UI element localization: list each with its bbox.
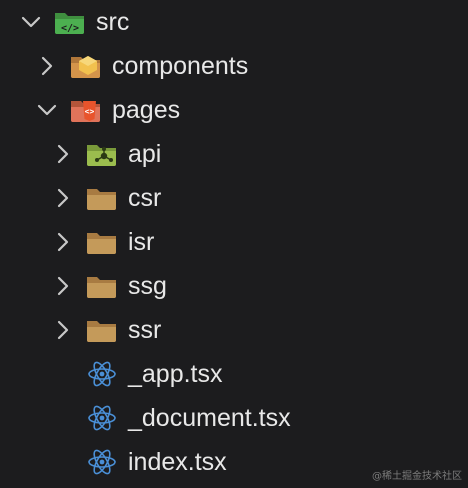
tree-item-document-tsx[interactable]: _document.tsx <box>0 396 468 440</box>
tree-item-ssr[interactable]: ssr <box>0 308 468 352</box>
svg-text:<>: <> <box>85 107 95 116</box>
chevron-right-icon[interactable] <box>50 273 76 299</box>
tree-item-api[interactable]: api <box>0 132 468 176</box>
tree-item-label: csr <box>128 184 162 212</box>
src-folder-icon: </> <box>52 7 88 37</box>
tree-item-label: api <box>128 140 162 168</box>
chevron-right-icon[interactable] <box>50 317 76 343</box>
tree-item-label: ssg <box>128 272 167 300</box>
tree-item-csr[interactable]: csr <box>0 176 468 220</box>
react-icon <box>84 447 120 477</box>
tree-item-isr[interactable]: isr <box>0 220 468 264</box>
file-explorer-tree: </> src components <> pages api csr isr … <box>0 0 468 488</box>
tree-item-label: _document.tsx <box>128 404 291 432</box>
chevron-right-icon[interactable] <box>50 185 76 211</box>
chevron-right-icon[interactable] <box>50 141 76 167</box>
tree-item-label: pages <box>112 96 181 124</box>
tree-item-components[interactable]: components <box>0 44 468 88</box>
react-icon <box>84 359 120 389</box>
pages-folder-icon: <> <box>68 95 104 125</box>
chevron-right-icon[interactable] <box>50 229 76 255</box>
watermark-text: @稀土掘金技术社区 <box>372 471 462 482</box>
tree-item-label: isr <box>128 228 155 256</box>
tree-item-label: index.tsx <box>128 448 227 476</box>
tree-item-label: components <box>112 52 249 80</box>
tree-item-ssg[interactable]: ssg <box>0 264 468 308</box>
api-folder-icon <box>84 139 120 169</box>
tree-item-label: src <box>96 8 130 36</box>
folder-icon <box>84 183 120 213</box>
chevron-down-icon[interactable] <box>34 97 60 123</box>
tree-item-pages[interactable]: <> pages <box>0 88 468 132</box>
chevron-right-icon[interactable] <box>34 53 60 79</box>
tree-item-label: ssr <box>128 316 162 344</box>
tree-item-src[interactable]: </> src <box>0 0 468 44</box>
components-folder-icon <box>68 51 104 81</box>
svg-text:</>: </> <box>61 23 79 34</box>
chevron-down-icon[interactable] <box>18 9 44 35</box>
tree-item-app-tsx[interactable]: _app.tsx <box>0 352 468 396</box>
folder-icon <box>84 227 120 257</box>
folder-icon <box>84 271 120 301</box>
react-icon <box>84 403 120 433</box>
folder-icon <box>84 315 120 345</box>
tree-item-label: _app.tsx <box>128 360 223 388</box>
